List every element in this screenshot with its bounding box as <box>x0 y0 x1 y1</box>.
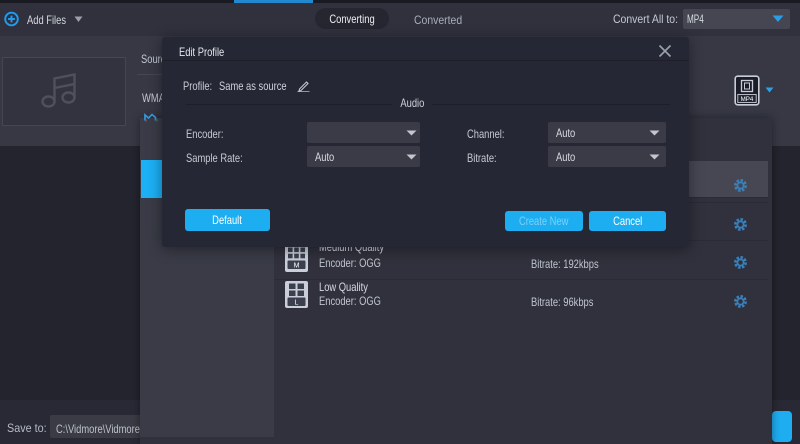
svg-text:M: M <box>294 262 300 269</box>
svg-text:MP4: MP4 <box>741 96 754 103</box>
svg-text:L: L <box>295 299 299 306</box>
